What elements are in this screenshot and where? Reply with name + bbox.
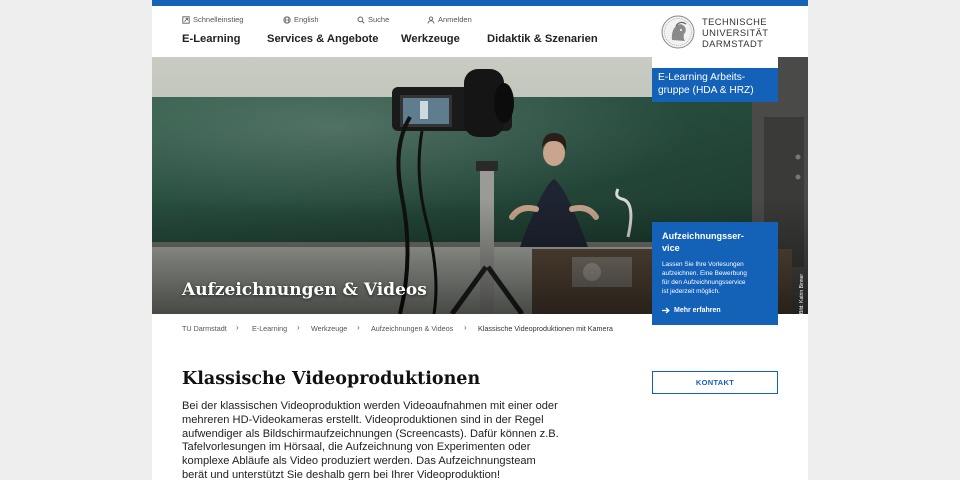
paragraph-line: komplexe Abläufe als Video produziert we… [182,455,536,468]
intro-paragraph: Bei der klassischen Videoproduktion werd… [182,400,582,480]
service-title-line: Aufzeichnungsser- [662,231,744,241]
more-info-link[interactable]: Mehr erfahren [662,307,721,314]
meta-nav-label: English [294,15,319,24]
nav-item-services[interactable]: Services & Angebote [267,33,379,45]
service-title: Aufzeichnungsser- vice [662,230,768,254]
globe-icon [283,15,291,24]
meta-nav-login[interactable]: Anmelden [427,15,472,24]
search-icon [357,15,365,24]
contact-button[interactable]: KONTAKT [652,371,778,394]
breadcrumb-separator-icon: › [297,323,300,332]
service-text-line: ist jederzeit möglich. [662,288,720,295]
meta-nav-english[interactable]: English [283,15,319,24]
breadcrumb-separator-icon: › [464,323,467,332]
working-group-link[interactable]: E-Learning Arbeits- gruppe (HDA & HRZ) [652,68,778,102]
meta-nav-label: Anmelden [438,15,472,24]
paragraph-line: Tafelvorlesungen im Hörsaal, die Aufzeic… [182,441,531,454]
service-text-line: Lassen Sie Ihre Vorlesungen [662,261,744,268]
meta-nav: Schnelleinstieg English Suche Anmelden [182,15,628,29]
paragraph-line: berät und unterstützt Sie deshalb gern b… [182,468,501,480]
paragraph-line: mehreren HD-Videokameras erstellt. Video… [182,413,544,426]
logo-line: TECHNISCHE [702,16,767,27]
nav-item-didaktik[interactable]: Didaktik & Szenarien [487,33,598,45]
tu-darmstadt-logo[interactable]: TECHNISCHE UNIVERSITÄT DARMSTADT [652,6,778,68]
breadcrumb-item[interactable]: Werkzeuge [311,324,347,333]
logo-line: DARMSTADT [702,38,764,49]
breadcrumb-separator-icon: › [357,323,360,332]
arrow-right-icon [662,307,670,314]
more-info-label: Mehr erfahren [674,307,721,314]
page: Schnelleinstieg English Suche Anmelden E… [152,0,808,480]
nav-item-e-learning[interactable]: E-Learning [182,33,240,45]
service-text: Lassen Sie Ihre Vorlesungen aufzeichnen.… [662,260,768,296]
quick-access-icon [182,15,190,24]
meta-nav-label: Suche [368,15,390,24]
breadcrumb-separator-icon: › [236,323,239,332]
hero-title: Aufzeichnungen & Videos [182,280,427,300]
breadcrumb-item[interactable]: E-Learning [252,324,287,333]
image-credit: Bild: Katrin Binner [799,273,805,314]
breadcrumb-item[interactable]: TU Darmstadt [182,324,227,333]
user-icon [427,16,435,24]
nav-item-werkzeuge[interactable]: Werkzeuge [401,33,460,45]
meta-nav-label: Schnelleinstieg [193,15,244,24]
meta-nav-search[interactable]: Suche [357,15,389,24]
service-text-line: aufzeichnen. Eine Bewerbung [662,270,747,277]
logo-line: UNIVERSITÄT [702,27,769,38]
recording-service-teaser: Aufzeichnungsser- vice Lassen Sie Ihre V… [652,222,778,325]
service-text-line: für den Aufzeichnungsservice [662,279,746,286]
paragraph-line: Bei der klassischen Videoproduktion werd… [182,400,558,412]
group-line: gruppe (HDA & HRZ) [658,85,754,96]
breadcrumb-item[interactable]: Aufzeichnungen & Videos [371,324,453,333]
logo-text: TECHNISCHE UNIVERSITÄT DARMSTADT [702,16,768,49]
athena-seal-icon [661,15,695,49]
page-title: Klassische Videoproduktionen [182,369,481,389]
group-line: E-Learning Arbeits- [658,72,746,83]
paragraph-line: aufwendiger als Bildschirmaufzeichnungen… [182,427,559,440]
meta-nav-quick-access[interactable]: Schnelleinstieg [182,15,243,24]
breadcrumb-current: Klassische Videoproduktionen mit Kamera [478,324,613,333]
service-title-line: vice [662,243,680,253]
